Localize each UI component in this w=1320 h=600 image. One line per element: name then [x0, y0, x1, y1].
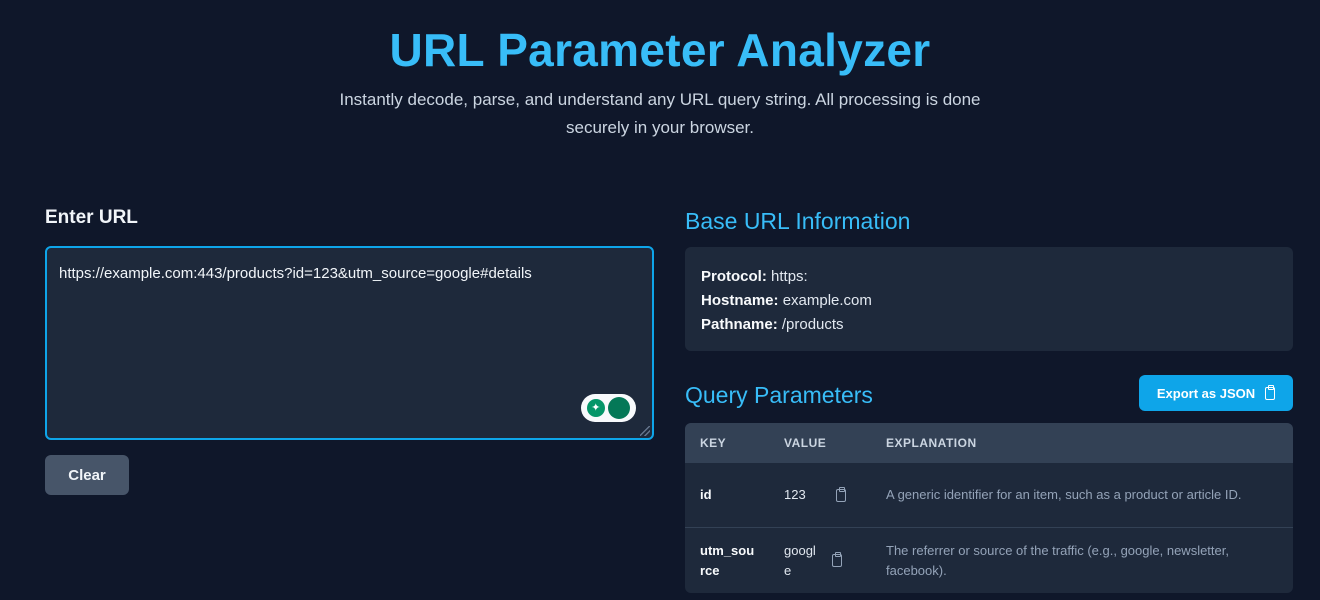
query-parameters-table: KEY VALUE EXPLANATION id 123 A generic i…	[685, 423, 1293, 593]
page-subtitle: Instantly decode, parse, and understand …	[339, 90, 981, 137]
table-row: utm_source google The referrer or source…	[685, 528, 1293, 593]
export-json-label: Export as JSON	[1156, 385, 1256, 401]
hostname-value: example.com	[782, 292, 872, 309]
param-key: utm_source	[700, 542, 755, 578]
base-url-card: Protocol: https: Hostname: example.com P…	[685, 247, 1293, 351]
pathname-row: Pathname: /products	[701, 313, 1277, 337]
resize-handle-icon[interactable]	[640, 426, 650, 436]
param-explanation: The referrer or source of the traffic (e…	[886, 542, 1229, 578]
url-textarea[interactable]: https://example.com:443/products?id=123&…	[45, 246, 654, 440]
param-value-cell: 123	[784, 485, 886, 505]
param-value-cell: google	[784, 541, 886, 581]
extension-logo-icon	[608, 397, 631, 419]
copy-value-clipboard-icon[interactable]	[832, 552, 842, 567]
pathname-label: Pathname:	[701, 316, 778, 333]
param-value: 123	[784, 487, 806, 502]
pathname-value: /products	[781, 316, 844, 333]
protocol-row: Protocol: https:	[701, 265, 1277, 289]
export-json-button[interactable]: Export as JSON	[1139, 375, 1293, 411]
hostname-row: Hostname: example.com	[701, 289, 1277, 313]
clear-button[interactable]: Clear	[45, 455, 129, 495]
grammarly-extension-icon[interactable]: ✦	[581, 394, 636, 422]
query-parameters-title: Query Parameters	[685, 382, 873, 408]
base-url-title: Base URL Information	[685, 208, 911, 234]
protocol-value: https:	[771, 268, 808, 285]
url-input-panel: Enter URL https://example.com:443/produc…	[45, 205, 655, 495]
page-header: URL Parameter Analyzer Instantly decode,…	[0, 22, 1320, 142]
param-value: google	[784, 542, 816, 578]
page-title: URL Parameter Analyzer	[389, 24, 931, 76]
url-textarea-value: https://example.com:443/products?id=123&…	[59, 265, 532, 282]
clipboard-icon	[1265, 384, 1276, 400]
column-header-explanation: EXPLANATION	[886, 436, 977, 450]
copy-value-clipboard-icon[interactable]	[836, 486, 846, 502]
param-key: id	[700, 487, 712, 502]
url-input-label: Enter URL	[45, 207, 138, 228]
column-header-key: KEY	[700, 436, 727, 450]
param-explanation: A generic identifier for an item, such a…	[886, 487, 1242, 502]
hostname-label: Hostname:	[701, 292, 779, 309]
column-header-value: VALUE	[784, 436, 827, 450]
table-header: KEY VALUE EXPLANATION	[685, 423, 1293, 463]
lightbulb-icon: ✦	[586, 399, 605, 417]
protocol-label: Protocol:	[701, 268, 767, 285]
table-row: id 123 A generic identifier for an item,…	[685, 463, 1293, 528]
